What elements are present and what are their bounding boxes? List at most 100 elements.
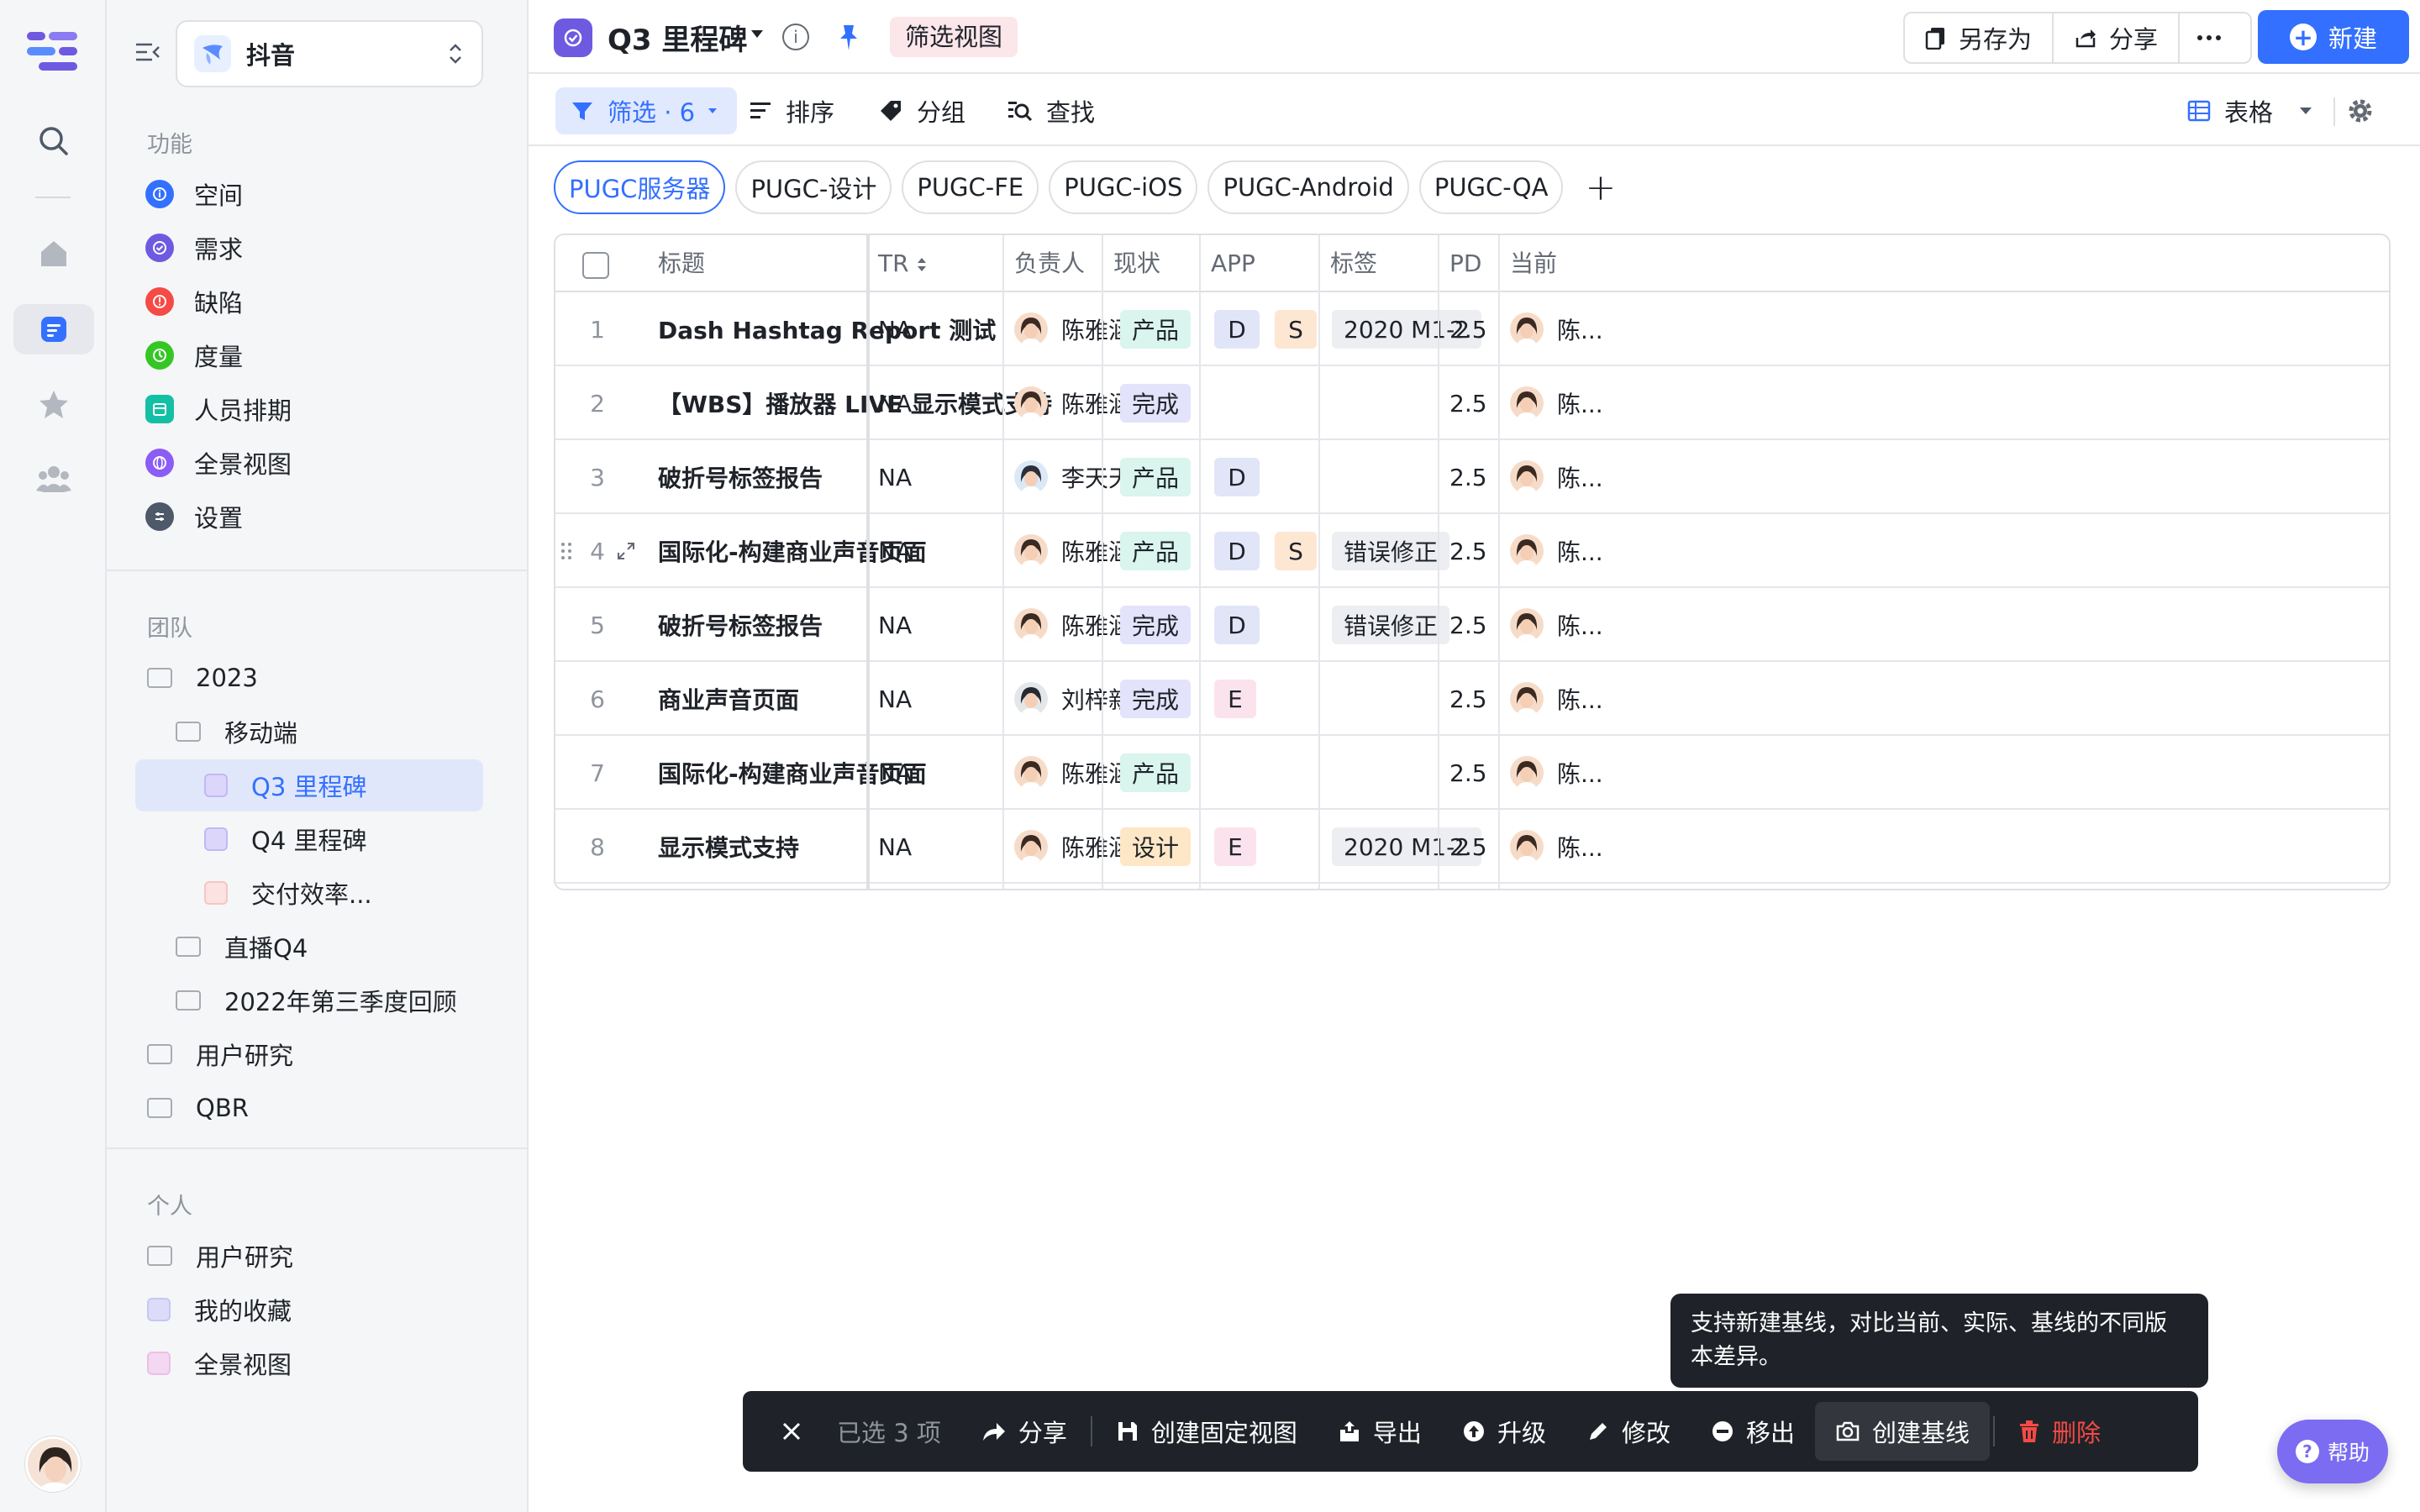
- personal-folder-user-research[interactable]: 用户研究: [147, 1230, 293, 1282]
- filter-button[interactable]: 筛选 · 6: [555, 87, 738, 134]
- row-title[interactable]: 【WBS】播放器 LIVE 显示模式支持: [658, 366, 1052, 440]
- column-header-tr[interactable]: TR: [878, 235, 928, 292]
- personal-item-favorites[interactable]: 我的收藏: [147, 1284, 292, 1336]
- row-title[interactable]: 破折号标签报告: [658, 588, 823, 662]
- column-header-labels[interactable]: 标签: [1330, 235, 1377, 292]
- row-title[interactable]: Dash Hashtag Report 测试: [658, 292, 996, 366]
- nav-item-metrics[interactable]: 度量: [145, 331, 243, 380]
- table-row[interactable]: 6 商业声音页面 NA 刘梓新 完成 E 2.5 陈...: [555, 662, 2389, 736]
- nav-item-requirements[interactable]: 需求: [145, 223, 243, 272]
- row-status[interactable]: 设计: [1120, 810, 1206, 884]
- nav-item-scheduling[interactable]: 人员排期: [145, 385, 292, 433]
- row-status[interactable]: 完成: [1120, 588, 1206, 662]
- row-status[interactable]: 产品: [1120, 736, 1206, 810]
- caret-down-icon[interactable]: [749, 25, 765, 42]
- bulk-share-button[interactable]: 分享: [961, 1391, 1087, 1472]
- tree-item-q4-milestone[interactable]: Q4 里程碑: [204, 813, 367, 865]
- row-labels[interactable]: 错误修正: [1332, 514, 1465, 588]
- row-owner[interactable]: 陈雅涵: [1014, 514, 1132, 588]
- row-status[interactable]: 完成: [1120, 662, 1206, 736]
- row-owner[interactable]: 陈雅涵: [1014, 588, 1132, 662]
- row-status[interactable]: 完成: [1120, 366, 1206, 440]
- tree-folder-user-research[interactable]: 用户研究: [147, 1028, 293, 1080]
- row-owner[interactable]: 陈雅涵: [1014, 292, 1132, 366]
- select-all-checkbox[interactable]: [582, 252, 609, 279]
- pin-icon[interactable]: [834, 22, 863, 52]
- tree-folder-mobile[interactable]: 移动端: [176, 706, 297, 758]
- project-icon[interactable]: [13, 304, 94, 354]
- table-row[interactable]: 1Dash Hashtag Report 测试NA陈雅涵产品DSE2020 M1…: [555, 292, 2389, 366]
- row-status[interactable]: 产品: [1120, 292, 1206, 366]
- row-status[interactable]: 产品: [1120, 440, 1206, 514]
- workspace-switcher[interactable]: 抖音: [176, 20, 483, 87]
- row-app[interactable]: D: [1214, 440, 1275, 514]
- edit-button[interactable]: 修改: [1566, 1391, 1691, 1472]
- view-mode-switch[interactable]: 表格: [2187, 87, 2313, 134]
- chip-pugc-android[interactable]: PUGC-Android: [1207, 160, 1409, 214]
- find-button[interactable]: 查找: [1007, 87, 1095, 134]
- row-owner[interactable]: 陈雅涵: [1014, 366, 1132, 440]
- nav-item-space[interactable]: 空间: [145, 170, 243, 218]
- table-row[interactable]: 4 国际化-构建商业声音页面 NA 陈雅涵 产品 D S 错误修正 2.5 陈...: [555, 514, 2389, 588]
- chip-pugc-design[interactable]: PUGC-设计: [735, 160, 892, 214]
- info-icon[interactable]: i: [782, 24, 809, 50]
- row-current[interactable]: 陈...: [1510, 514, 1603, 588]
- drag-handle-icon[interactable]: [560, 514, 572, 588]
- row-current[interactable]: 陈...: [1510, 366, 1603, 440]
- table-row[interactable]: 8 显示模式支持 NA 陈雅涵 设计 E 2020 M1-2 2.5 陈...: [555, 810, 2389, 884]
- tree-folder-2023[interactable]: 2023: [147, 652, 258, 704]
- table-row[interactable]: 7 国际化-构建商业声音页面 NA 陈雅涵 产品 2.5 陈...: [555, 736, 2389, 810]
- row-app[interactable]: E: [1214, 810, 1271, 884]
- column-header-current[interactable]: 当前: [1510, 235, 1557, 292]
- row-owner[interactable]: 陈雅涵: [1014, 736, 1132, 810]
- table-row[interactable]: 5 破折号标签报告 NA 陈雅涵 完成 D 错误修正 2.5 陈...: [555, 588, 2389, 662]
- team-icon[interactable]: [29, 454, 79, 504]
- save-as-button[interactable]: 另存为: [1905, 13, 2054, 62]
- page-title[interactable]: Q3 里程碑: [608, 17, 747, 58]
- close-selection-button[interactable]: [743, 1391, 823, 1472]
- share-button[interactable]: 分享: [2054, 13, 2181, 62]
- remove-button[interactable]: 移出: [1691, 1391, 1815, 1472]
- column-header-owner[interactable]: 负责人: [1014, 235, 1085, 292]
- chip-pugc-server[interactable]: PUGC服务器: [554, 160, 726, 214]
- app-logo-icon[interactable]: [27, 30, 79, 72]
- row-labels[interactable]: 错误修正: [1332, 588, 1465, 662]
- row-current[interactable]: 陈...: [1510, 662, 1603, 736]
- row-title[interactable]: 破折号标签报告: [658, 440, 823, 514]
- column-header-status[interactable]: 现状: [1113, 235, 1160, 292]
- row-current[interactable]: 陈...: [1510, 292, 1603, 366]
- nav-item-panorama[interactable]: 全景视图: [145, 438, 292, 487]
- chip-pugc-ios[interactable]: PUGC-iOS: [1049, 160, 1198, 214]
- row-current[interactable]: 陈...: [1510, 810, 1603, 884]
- row-app[interactable]: D: [1214, 588, 1275, 662]
- tree-folder-2022-q3-review[interactable]: 2022年第三季度回顾: [176, 974, 457, 1026]
- home-icon[interactable]: [29, 228, 79, 279]
- nav-item-defects[interactable]: 缺陷: [145, 277, 243, 326]
- view-settings-button[interactable]: [2347, 87, 2387, 134]
- row-title[interactable]: 显示模式支持: [658, 810, 799, 884]
- personal-item-panorama[interactable]: 全景视图: [147, 1337, 292, 1389]
- column-header-title[interactable]: 标题: [658, 235, 705, 292]
- row-owner[interactable]: 陈雅涵: [1014, 810, 1132, 884]
- star-icon[interactable]: [29, 380, 79, 430]
- group-button[interactable]: 分组: [878, 87, 965, 134]
- export-button[interactable]: 导出: [1318, 1391, 1442, 1472]
- create-fixed-view-button[interactable]: 创建固定视图: [1096, 1391, 1318, 1472]
- search-icon[interactable]: [29, 116, 79, 166]
- tree-folder-live-q4[interactable]: 直播Q4: [176, 921, 308, 973]
- collapse-sidebar-icon[interactable]: [134, 39, 160, 66]
- row-current[interactable]: 陈...: [1510, 736, 1603, 810]
- row-current[interactable]: 陈...: [1510, 588, 1603, 662]
- add-chip-button[interactable]: +: [1585, 166, 1616, 209]
- delete-button[interactable]: 删除: [1998, 1391, 2121, 1472]
- row-owner[interactable]: 李天天: [1014, 440, 1132, 514]
- row-owner[interactable]: 刘梓新: [1014, 662, 1132, 736]
- table-row[interactable]: 3 破折号标签报告 NA 李天天 产品 D 2.5 陈...: [555, 440, 2389, 514]
- tree-item-q3-milestone[interactable]: Q3 里程碑: [135, 759, 483, 811]
- nav-item-settings[interactable]: 设置: [145, 492, 243, 541]
- table-row[interactable]: 2 【WBS】播放器 LIVE 显示模式支持 NA 陈雅涵 完成 2.5 陈...: [555, 366, 2389, 440]
- more-button[interactable]: [2180, 13, 2250, 62]
- row-current[interactable]: 陈...: [1510, 440, 1603, 514]
- row-app[interactable]: DS: [1214, 514, 1332, 588]
- help-button[interactable]: ? 帮助: [2277, 1420, 2388, 1483]
